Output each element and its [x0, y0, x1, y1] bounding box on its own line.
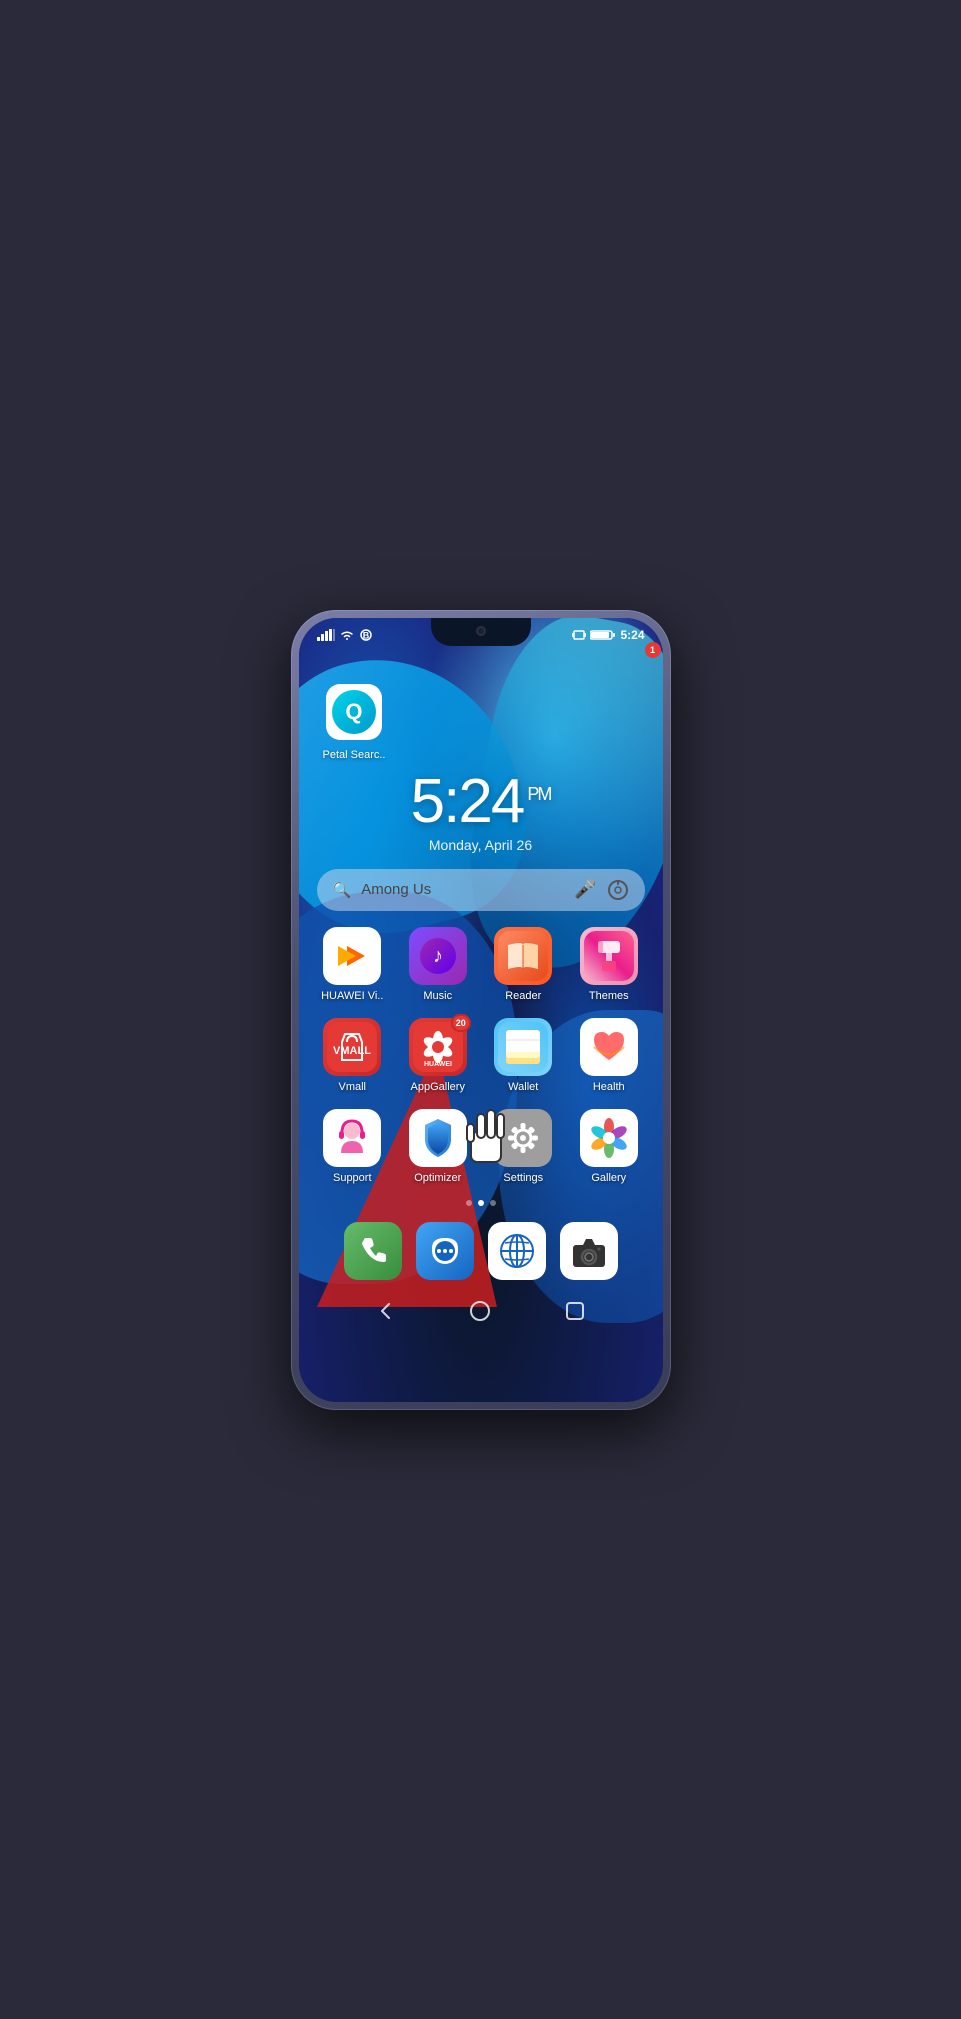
search-input-text[interactable]: Among Us [361, 881, 564, 898]
search-bar[interactable]: 🔍 Among Us 🎤 [317, 869, 645, 911]
huawei-video-icon[interactable] [323, 927, 381, 985]
front-camera [476, 626, 486, 636]
support-label: Support [333, 1172, 372, 1184]
music-icon[interactable]: ♪ [409, 927, 467, 985]
camera-dock-icon[interactable] [560, 1222, 618, 1280]
dock-item-camera[interactable] [560, 1222, 618, 1280]
svg-text:♪: ♪ [433, 945, 443, 967]
reader-label: Reader [505, 990, 541, 1002]
top-app-area: Q Petal Searc.. [311, 646, 651, 761]
dock-item-messages[interactable] [416, 1222, 474, 1280]
settings-label: Settings [503, 1172, 543, 1184]
petal-search-icon[interactable]: Q [326, 684, 382, 740]
app-item-petal-search[interactable]: Q Petal Searc.. [323, 684, 386, 761]
phone-dock-icon[interactable] [344, 1222, 402, 1280]
clock-date: Monday, April 26 [311, 837, 651, 853]
optimizer-label: Optimizer [414, 1172, 461, 1184]
vmall-icon[interactable]: VMALL [323, 1018, 381, 1076]
support-icon[interactable] [323, 1109, 381, 1167]
svg-text:HUAWEI: HUAWEI [424, 1061, 452, 1068]
app-item-vmall[interactable]: VMALL Vmall [315, 1018, 391, 1093]
huawei-video-label: HUAWEI Vi.. [321, 990, 383, 1002]
phone-screen: B 5:24 [299, 618, 663, 1402]
vibrate-icon [572, 629, 586, 641]
settings-icon[interactable] [494, 1109, 552, 1167]
recents-button[interactable] [564, 1300, 586, 1328]
dock-item-browser[interactable] [488, 1222, 546, 1280]
health-icon[interactable] [580, 1018, 638, 1076]
petal-search-label: Petal Searc.. [323, 749, 386, 761]
dot-3 [490, 1200, 496, 1206]
app-item-music[interactable]: ♪ Music [400, 927, 476, 1002]
page-dots [311, 1192, 651, 1214]
appgallery-icon[interactable]: HUAWEI 20 [409, 1018, 467, 1076]
app-item-gallery[interactable]: Gallery [571, 1109, 647, 1184]
svg-text:VMALL: VMALL [333, 1045, 371, 1057]
app-item-huawei-video[interactable]: 1 HUAWEI Vi.. [315, 927, 391, 1002]
notch [431, 618, 531, 646]
app-item-reader[interactable]: Reader [486, 927, 562, 1002]
clock-time: 5:24PM [311, 771, 651, 833]
messages-dock-icon[interactable] [416, 1222, 474, 1280]
status-right: 5:24 [572, 628, 644, 642]
dock-item-phone[interactable] [344, 1222, 402, 1280]
app-grid-row-2: VMALL Vmall [311, 1010, 651, 1101]
music-label: Music [423, 990, 452, 1002]
camera-search-icon[interactable] [607, 879, 629, 901]
dot-1 [466, 1200, 472, 1206]
reader-icon[interactable] [494, 927, 552, 985]
app-item-optimizer[interactable]: Optimizer [400, 1109, 476, 1184]
app-grid-row-3: Support [311, 1101, 651, 1192]
status-left: B [317, 629, 373, 641]
vmall-label: Vmall [338, 1081, 366, 1093]
svg-text:B: B [362, 630, 369, 640]
search-icon: 🔍 [333, 881, 352, 899]
signal-icon [317, 629, 335, 641]
optimizer-icon[interactable] [409, 1109, 467, 1167]
navigation-bar [299, 1290, 663, 1338]
themes-icon[interactable] [580, 927, 638, 985]
gallery-icon[interactable] [580, 1109, 638, 1167]
clock-section: 5:24PM Monday, April 26 [311, 761, 651, 861]
battery-icon [590, 629, 616, 641]
app-item-themes[interactable]: Themes [571, 927, 647, 1002]
wifi-icon [339, 629, 355, 641]
app-item-support[interactable]: Support [315, 1109, 391, 1184]
bluetooth-icon: B [359, 629, 373, 641]
browser-dock-icon[interactable] [488, 1222, 546, 1280]
home-screen-content: Q Petal Searc.. 5:24PM Monday, April 26 … [299, 646, 663, 1288]
wallet-icon[interactable] [494, 1018, 552, 1076]
back-button[interactable] [375, 1300, 397, 1328]
time-display: 5:24 [620, 628, 644, 642]
app-item-appgallery[interactable]: HUAWEI 20 AppGallery [400, 1018, 476, 1093]
dot-2 [478, 1200, 484, 1206]
app-item-settings[interactable]: Settings [486, 1109, 562, 1184]
health-label: Health [593, 1081, 625, 1093]
appgallery-label: AppGallery [411, 1081, 465, 1093]
app-item-health[interactable]: Health [571, 1018, 647, 1093]
gallery-label: Gallery [591, 1172, 626, 1184]
dock [317, 1214, 645, 1288]
wallet-label: Wallet [508, 1081, 538, 1093]
phone-frame: B 5:24 [291, 610, 671, 1410]
app-grid-row-1: 1 HUAWEI Vi.. [311, 919, 651, 1010]
app-item-wallet[interactable]: Wallet [486, 1018, 562, 1093]
microphone-icon[interactable]: 🎤 [574, 879, 596, 900]
themes-label: Themes [589, 990, 629, 1002]
home-button[interactable] [469, 1300, 491, 1328]
